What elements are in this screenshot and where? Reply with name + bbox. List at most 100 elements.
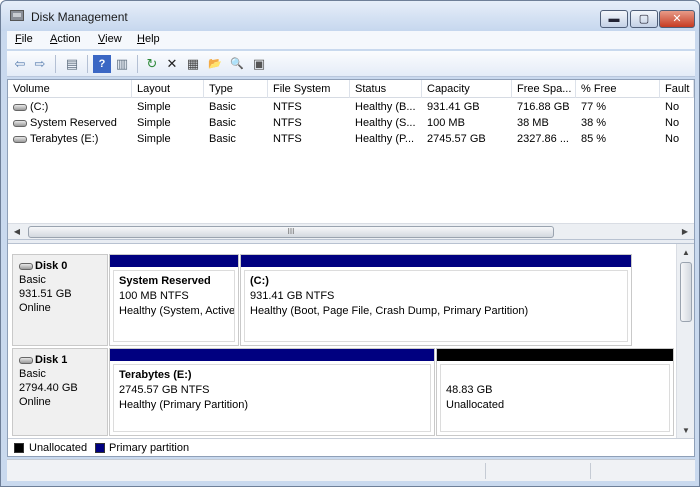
file-system-cell: NTFS [273,117,302,129]
volume-cell: (C:) [8,99,132,115]
status-bar [7,459,695,481]
percent-free-cell: 38 % [581,117,607,129]
main-content: Volume Layout Type File System Status Ca… [7,79,695,457]
disk-management-app-icon [10,10,24,21]
search-icon[interactable]: 🔍 [228,55,246,73]
disk-status: Online [19,396,51,408]
column-status[interactable]: Status [350,80,422,98]
status-cell: Healthy (S... [355,117,416,129]
free-space-cell: 2327.86 ... [517,133,569,145]
close-button[interactable]: ✕ [659,10,695,28]
column-file-system[interactable]: File System [268,80,350,98]
menu-view[interactable]: View [98,33,122,45]
legend-primary-swatch [95,443,105,453]
partition-name [446,368,664,383]
column-percent-free[interactable]: % Free [576,80,660,98]
action-pane-icon[interactable]: ▥ [113,55,131,73]
volume-list-horizontal-scrollbar[interactable]: ◀ III ▶ [8,223,694,239]
layout-cell: Simple [137,133,171,145]
layout-cell: Simple [137,117,171,129]
partition-name: (C:) [250,275,269,287]
delete-icon[interactable]: ✕ [163,55,181,73]
title-bar[interactable]: Disk Management ▬ ▢ ✕ [1,1,699,31]
disk-1-name-row: Disk 1 [19,353,101,367]
drive-icon [13,103,27,111]
disk-graphical-pane: Disk 0 Basic 931.51 GB Online System Res… [8,244,694,440]
volume-cell: Terabytes (E:) [8,131,132,147]
menu-file-label: ile [21,33,33,45]
disk-0-label[interactable]: Disk 0 Basic 931.51 GB Online [12,254,108,346]
percent-free-cell: 77 % [581,101,607,113]
toolbar-separator [87,55,88,73]
scroll-left-icon[interactable]: ◀ [10,225,24,239]
partition-name: Terabytes (E:) [119,369,192,381]
maximize-button[interactable]: ▢ [630,10,658,28]
minimize-button[interactable]: ▬ [600,10,628,28]
show-hide-console-tree-icon[interactable]: ▤ [63,55,81,73]
scroll-down-icon[interactable]: ▼ [679,424,693,438]
menu-help-accel: H [137,33,145,45]
help-icon[interactable]: ? [93,55,111,73]
column-type[interactable]: Type [204,80,268,98]
type-cell: Basic [209,133,236,145]
drive-icon [13,119,27,127]
menu-action[interactable]: Action [50,33,81,45]
partition-details: (C:) 931.41 GB NTFS Healthy (Boot, Page … [244,270,628,342]
primary-partition-bar [241,255,631,267]
disk-name: Disk 1 [35,354,68,366]
fault-cell: No [665,117,680,129]
disk-icon [19,356,33,364]
column-layout[interactable]: Layout [132,80,204,98]
properties-icon[interactable]: ▦ [184,55,202,73]
partition-name: System Reserved [119,275,211,287]
column-capacity[interactable]: Capacity [422,80,512,98]
disk-0-name-row: Disk 0 [19,259,101,273]
scroll-right-icon[interactable]: ▶ [678,225,692,239]
partition-status: Healthy (Primary Partition) [119,399,248,411]
capacity-cell: 2745.57 GB [427,133,486,145]
partition-size: 2745.57 GB NTFS [119,384,210,396]
disk-management-window: Disk Management ▬ ▢ ✕ File Action View H… [0,0,700,487]
toolbar-separator [137,55,138,73]
vertical-scroll-thumb[interactable] [680,262,692,322]
partition-size: 48.83 GB [446,384,493,396]
legend-unallocated-label: Unallocated [29,442,88,454]
volume-name: Terabytes (E:) [30,133,99,145]
volume-name: (C:) [30,101,49,113]
fault-cell: No [665,133,680,145]
horizontal-scroll-thumb[interactable]: III [28,226,554,238]
partition-system-reserved[interactable]: System Reserved 100 MB NTFS Healthy (Sys… [109,254,239,346]
volume-row[interactable]: (C:) Simple Basic NTFS Healthy (B... 931… [8,99,694,115]
volume-row[interactable]: System Reserved Simple Basic NTFS Health… [8,115,694,131]
menu-help[interactable]: Help [137,33,160,45]
open-folder-icon[interactable]: 📂 [206,55,224,73]
menu-file[interactable]: File [15,33,33,45]
back-arrow-icon[interactable]: ⇦ [11,55,29,73]
menu-file-accel: F [15,33,22,45]
file-system-cell: NTFS [273,101,302,113]
volume-row[interactable]: Terabytes (E:) Simple Basic NTFS Healthy… [8,131,694,147]
disk-settings-icon[interactable]: ▣ [250,55,268,73]
refresh-icon[interactable]: ↻ [143,55,161,73]
partition-status: Healthy (Boot, Page File, Crash Dump, Pr… [250,305,529,317]
forward-arrow-icon[interactable]: ⇨ [31,55,49,73]
toolbar: ⇦ ⇨ ▤ ? ▥ ↻ ✕ ▦ 📂 🔍 ▣ [7,51,695,77]
partition-details: Terabytes (E:) 2745.57 GB NTFS Healthy (… [113,364,431,432]
disk-1-label[interactable]: Disk 1 Basic 2794.40 GB Online [12,348,108,436]
layout-cell: Simple [137,101,171,113]
scroll-up-icon[interactable]: ▲ [679,246,693,260]
primary-partition-bar [110,349,434,361]
column-free-space[interactable]: Free Spa... [512,80,576,98]
partition-c-drive[interactable]: (C:) 931.41 GB NTFS Healthy (Boot, Page … [240,254,632,346]
partition-e-drive[interactable]: Terabytes (E:) 2745.57 GB NTFS Healthy (… [109,348,435,436]
status-cell: Healthy (P... [355,133,415,145]
type-cell: Basic [209,117,236,129]
column-volume[interactable]: Volume [8,80,132,98]
disk-pane-vertical-scrollbar[interactable]: ▲ ▼ [676,244,694,440]
menu-bar: File Action View Help [7,31,695,49]
disk-size: 931.51 GB [19,288,72,300]
menu-view-label: iew [105,33,122,45]
partition-unallocated[interactable]: 48.83 GB Unallocated [436,348,674,436]
partition-size: 931.41 GB NTFS [250,290,335,302]
column-fault[interactable]: Fault [660,80,694,98]
